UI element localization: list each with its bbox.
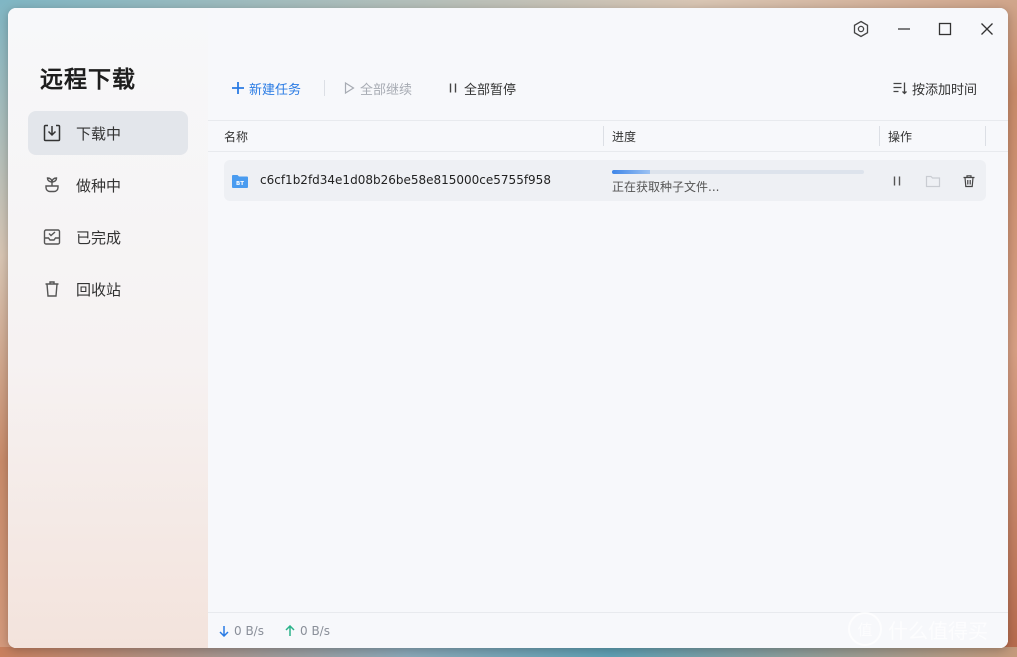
pause-all-button[interactable]: 全部暂停	[446, 78, 516, 98]
sidebar-item-label: 做种中	[76, 176, 122, 195]
arrow-up-icon	[285, 625, 295, 636]
toolbar-divider	[324, 80, 325, 96]
pause-task-button[interactable]	[888, 172, 906, 190]
file-badge: BT	[236, 181, 244, 187]
resume-all-label: 全部继续	[360, 82, 413, 98]
maximize-icon[interactable]	[930, 14, 960, 44]
plus-icon	[232, 82, 244, 94]
column-divider[interactable]	[603, 126, 604, 146]
pause-icon	[893, 176, 901, 186]
sort-label: 按添加时间	[912, 82, 978, 98]
sidebar: 远程下载 下载中 做种中 已完成 回收站	[8, 8, 208, 648]
task-status: 正在获取种子文件...	[612, 180, 720, 194]
download-speed-value: 0 B/s	[234, 624, 264, 638]
upload-speed: 0 B/s	[284, 624, 330, 638]
task-name: c6cf1b2fd34e1d08b26be58e815000ce5755f958	[260, 173, 551, 187]
column-header-actions[interactable]: 操作	[888, 128, 912, 145]
sort-button[interactable]: 按添加时间	[892, 78, 977, 98]
table-row[interactable]: BT c6cf1b2fd34e1d08b26be58e815000ce5755f…	[224, 160, 986, 201]
desktop-background	[0, 647, 1017, 657]
watermark: 值 什么值得买	[848, 612, 988, 646]
table-header-border	[208, 151, 1008, 152]
sidebar-item-label: 下载中	[76, 124, 122, 143]
bt-file-icon: BT	[232, 173, 248, 188]
progress-bar-fill	[612, 170, 650, 174]
column-header-name[interactable]: 名称	[224, 128, 248, 145]
sidebar-item-recycle-bin[interactable]: 回收站	[28, 267, 188, 311]
column-header-progress[interactable]: 进度	[612, 128, 636, 145]
table-header-border	[208, 120, 1008, 121]
sidebar-item-seeding[interactable]: 做种中	[28, 163, 188, 207]
sidebar-item-label: 已完成	[76, 228, 122, 247]
folder-icon	[925, 175, 941, 188]
upload-speed-value: 0 B/s	[300, 624, 330, 638]
minimize-icon[interactable]	[889, 14, 919, 44]
sort-icon	[893, 82, 907, 95]
play-icon	[344, 81, 355, 95]
open-folder-button[interactable]	[924, 172, 942, 190]
new-task-label: 新建任务	[249, 82, 302, 98]
sprout-icon	[42, 175, 62, 195]
progress-bar	[612, 170, 864, 174]
sidebar-item-completed[interactable]: 已完成	[28, 215, 188, 259]
new-task-button[interactable]: 新建任务	[231, 78, 301, 98]
inbox-check-icon	[42, 227, 62, 247]
trash-icon	[963, 175, 975, 188]
arrow-down-icon	[219, 626, 229, 637]
resume-all-button[interactable]: 全部继续	[342, 78, 412, 98]
app-title: 远程下载	[40, 67, 136, 93]
close-icon[interactable]	[972, 14, 1002, 44]
app-window: 远程下载 下载中 做种中 已完成 回收站 新建任务 全部继续 全部暂停 按添加时…	[8, 8, 1008, 648]
delete-task-button[interactable]	[960, 172, 978, 190]
sidebar-item-label: 回收站	[76, 280, 122, 299]
column-divider[interactable]	[985, 126, 986, 146]
watermark-badge: 值	[848, 612, 882, 646]
download-icon	[42, 123, 62, 143]
watermark-text: 什么值得买	[888, 618, 988, 643]
column-divider[interactable]	[879, 126, 880, 146]
main-panel: 新建任务 全部继续 全部暂停 按添加时间 名称 进度 操作 BT c6cf1b2…	[208, 8, 1008, 648]
settings-icon[interactable]	[846, 14, 876, 44]
sidebar-item-downloading[interactable]: 下载中	[28, 111, 188, 155]
download-speed: 0 B/s	[218, 624, 264, 638]
pause-icon	[449, 83, 457, 93]
trash-icon	[42, 279, 62, 299]
pause-all-label: 全部暂停	[464, 82, 517, 98]
